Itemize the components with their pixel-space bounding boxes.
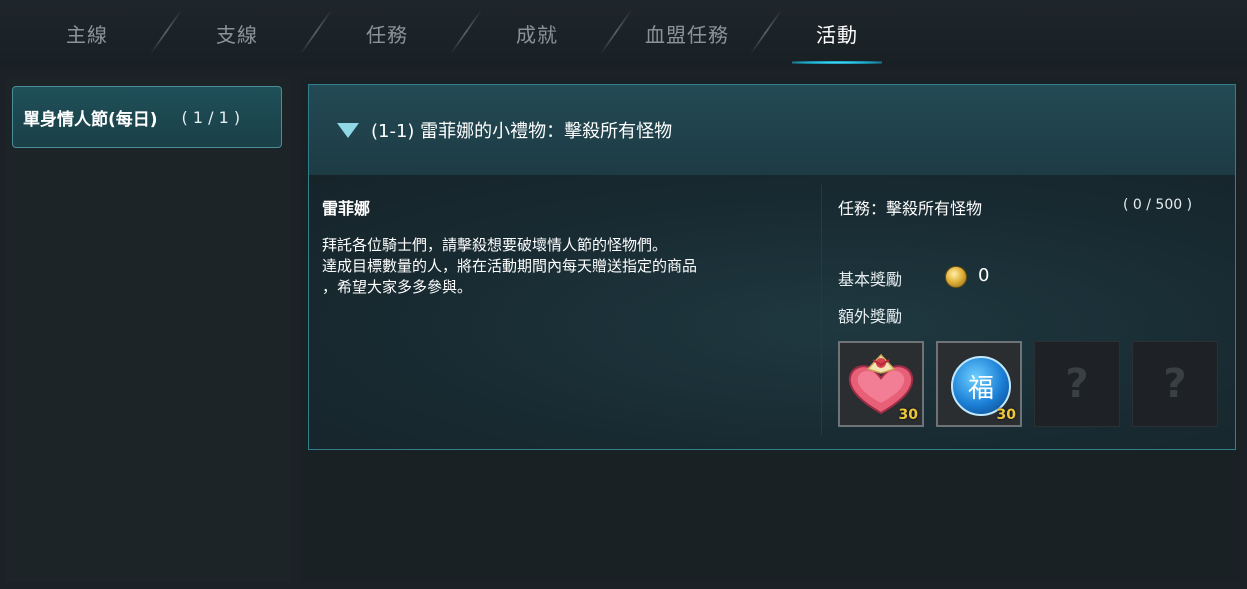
npc-name: 雷菲娜 xyxy=(322,199,371,218)
quest-title: (1-1) 雷菲娜的小禮物：擊殺所有怪物 xyxy=(371,121,673,142)
tab-missions[interactable]: 任務 xyxy=(312,0,462,66)
quest-objective: 任務：擊殺所有怪物 xyxy=(838,199,983,218)
tab-label: 活動 xyxy=(816,22,858,47)
tab-label: 支線 xyxy=(216,22,258,47)
reward-quantity: 30 xyxy=(996,407,1016,423)
event-list-panel: 單身情人節(每日) ( 1 / 1 ) xyxy=(6,76,290,582)
gold-coin-icon xyxy=(945,266,967,288)
tab-side-quest[interactable]: 支線 xyxy=(162,0,312,66)
reward-slot-locked[interactable]: ? xyxy=(1132,341,1218,427)
tab-label: 成就 xyxy=(516,22,558,47)
quest-body: 雷菲娜 拜託各位騎士們，請擊殺想要破壞情人節的怪物們。 達成目標數量的人，將在活… xyxy=(309,175,1235,449)
locked-mystery-icon: ? xyxy=(1065,361,1089,407)
collapse-triangle-icon[interactable] xyxy=(337,122,359,138)
event-name: 單身情人節(每日) xyxy=(23,109,158,130)
reward-slot[interactable]: 福 30 xyxy=(936,341,1022,427)
quest-detail-panel: (1-1) 雷菲娜的小禮物：擊殺所有怪物 雷菲娜 拜託各位騎士們，請擊殺想要破壞… xyxy=(300,76,1241,582)
tab-label: 任務 xyxy=(366,22,408,47)
event-count: ( 1 / 1 ) xyxy=(181,107,241,127)
basic-reward-value: 0 xyxy=(978,265,990,286)
extra-reward-label: 額外獎勵 xyxy=(838,307,903,326)
tab-achievements[interactable]: 成就 xyxy=(462,0,612,66)
tab-label: 血盟任務 xyxy=(645,22,729,47)
fu-glyph: 福 xyxy=(967,373,994,404)
tab-clan-missions[interactable]: 血盟任務 xyxy=(612,0,762,66)
tab-bar: 主線 支線 任務 成就 血盟任務 活動 xyxy=(0,0,1247,68)
quest-header[interactable]: (1-1) 雷菲娜的小禮物：擊殺所有怪物 xyxy=(309,85,1235,175)
column-divider xyxy=(821,185,822,435)
tab-label: 主線 xyxy=(66,22,108,47)
quest-description: 拜託各位騎士們，請擊殺想要破壞情人節的怪物們。 達成目標數量的人，將在活動期間內… xyxy=(322,236,698,296)
tab-events[interactable]: 活動 xyxy=(762,0,912,66)
reward-slot[interactable]: 30 xyxy=(838,341,924,427)
locked-mystery-icon: ? xyxy=(1163,361,1187,407)
active-tab-indicator xyxy=(792,61,882,64)
reward-quantity: 30 xyxy=(898,407,918,423)
quest-card: (1-1) 雷菲娜的小禮物：擊殺所有怪物 雷菲娜 拜託各位騎士們，請擊殺想要破壞… xyxy=(308,84,1236,450)
tab-main-quest[interactable]: 主線 xyxy=(12,0,162,66)
basic-reward-label: 基本獎勵 xyxy=(838,270,903,289)
event-list-item[interactable]: 單身情人節(每日) ( 1 / 1 ) xyxy=(12,86,282,148)
reward-slot-locked[interactable]: ? xyxy=(1034,341,1120,427)
quest-progress: ( 0 / 500 ) xyxy=(1123,197,1193,213)
